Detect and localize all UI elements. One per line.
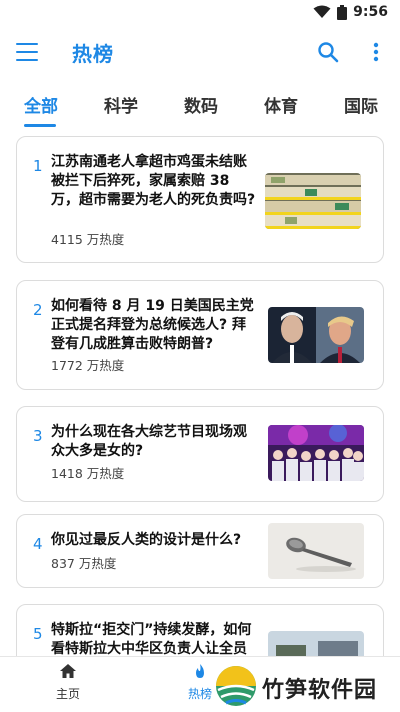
tab-science[interactable]: 科学 — [104, 92, 138, 117]
item-title: 为什么现在各大综艺节目现场观众大多是女的? — [51, 424, 247, 459]
tab-all[interactable]: 全部 — [24, 92, 58, 117]
nav-home[interactable]: 主页 — [40, 663, 96, 702]
app-bar: 热榜 — [0, 24, 400, 80]
list-item[interactable]: 1 江苏南通老人拿超市鸡蛋未结账被拦下后猝死，家属索赔 38 万，超市需要为老人… — [16, 136, 384, 263]
item-heat: 1418 万热度 — [51, 466, 125, 481]
concert-audience-photo — [268, 425, 364, 481]
menu-icon-line — [16, 43, 38, 45]
item-title: 特斯拉“拒交门”持续发酵，如何看特斯拉大中华区负责人让全员 — [51, 622, 252, 656]
nav-home-label: 主页 — [55, 687, 80, 701]
search-icon — [318, 42, 339, 63]
home-icon — [60, 664, 76, 678]
menu-icon-line — [16, 59, 38, 61]
battery-icon — [337, 4, 348, 20]
tab-sports[interactable]: 体育 — [264, 92, 298, 117]
street-photo — [268, 631, 364, 656]
item-rank: 3 — [33, 427, 43, 445]
item-heat: 1772 万热度 — [51, 358, 125, 373]
two-politicians-photo — [268, 307, 364, 363]
tab-international[interactable]: 国际 — [344, 92, 378, 117]
list-item[interactable]: 2 如何看待 8 月 19 日美国民主党正式提名拜登为总统候选人? 拜登有几成胜… — [16, 280, 384, 390]
wifi-icon — [313, 5, 331, 18]
fire-icon — [196, 664, 204, 678]
eggs-shelf-photo — [265, 173, 361, 229]
item-title: 你见过最反人类的设计是什么? — [51, 532, 242, 548]
page-title: 热榜 — [72, 42, 114, 66]
item-heat: 837 万热度 — [51, 556, 117, 571]
more-options-button[interactable] — [368, 40, 384, 64]
tab-digital[interactable]: 数码 — [184, 92, 218, 117]
item-rank: 1 — [33, 157, 43, 175]
list-item[interactable]: 5 特斯拉“拒交门”持续发酵，如何看特斯拉大中华区负责人让全员 — [16, 604, 384, 656]
item-rank: 2 — [33, 301, 43, 319]
menu-icon-line — [16, 51, 38, 53]
list-item[interactable]: 4 你见过最反人类的设计是什么? 837 万热度 — [16, 514, 384, 588]
hot-list: 1 江苏南通老人拿超市鸡蛋未结账被拦下后猝死，家属索赔 38 万，超市需要为老人… — [0, 130, 400, 656]
list-item[interactable]: 3 为什么现在各大综艺节目现场观众大多是女的? 1418 万热度 — [16, 406, 384, 502]
item-heat: 4115 万热度 — [51, 232, 125, 247]
watermark-text: 竹笋软件园 — [262, 678, 378, 703]
tab-indicator — [24, 124, 56, 127]
item-rank: 5 — [33, 625, 43, 643]
search-button[interactable] — [316, 40, 340, 64]
status-time: 9:56 — [353, 4, 388, 20]
item-title: 江苏南通老人拿超市鸡蛋未结账被拦下后猝死，家属索赔 38 万，超市需要为老人的死… — [51, 154, 256, 208]
status-bar: 9:56 — [0, 0, 400, 24]
category-tabs: 全部 科学 数码 体育 国际 — [0, 80, 400, 130]
menu-button[interactable] — [16, 43, 38, 61]
item-rank: 4 — [33, 535, 43, 553]
spoon-photo — [268, 523, 364, 579]
item-title: 如何看待 8 月 19 日美国民主党正式提名拜登为总统候选人? 拜登有几成胜算击… — [51, 298, 254, 352]
more-vert-icon — [373, 42, 379, 62]
